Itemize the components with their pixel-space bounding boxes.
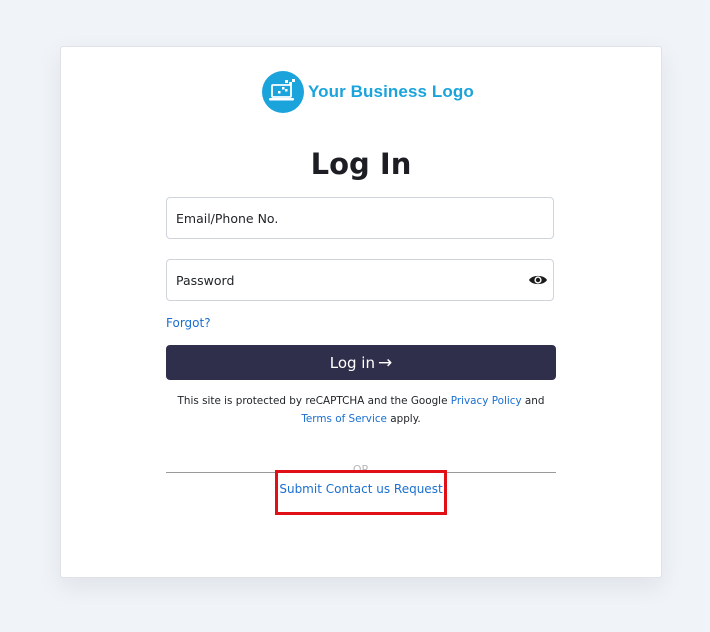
terms-of-service-link[interactable]: Terms of Service: [301, 413, 387, 425]
forgot-password-link[interactable]: Forgot?: [166, 316, 211, 330]
recaptcha-notice: This site is protected by reCAPTCHA and …: [166, 392, 556, 428]
arrow-right-icon: →: [377, 352, 393, 373]
business-logo: Your Business Logo: [262, 69, 474, 115]
divider: [166, 472, 556, 473]
recaptcha-prefix: This site is protected by reCAPTCHA and …: [177, 395, 448, 407]
email-field[interactable]: [166, 197, 554, 239]
login-card: Your Business Logo Log In Forgot? Log in…: [60, 46, 662, 578]
logo-text: Your Business Logo: [308, 82, 474, 101]
password-field[interactable]: [166, 259, 554, 301]
eye-icon[interactable]: [528, 272, 548, 288]
page-title: Log In: [310, 147, 412, 181]
or-separator-label: OR: [352, 463, 370, 476]
login-button-label: Log in: [329, 353, 375, 372]
login-button[interactable]: Log in →: [166, 345, 556, 380]
submit-contact-request-link[interactable]: Submit Contact us Request: [61, 482, 661, 496]
privacy-policy-link[interactable]: Privacy Policy: [451, 395, 522, 407]
recaptcha-conjunction: and: [524, 395, 545, 407]
laptop-icon: [262, 71, 304, 113]
recaptcha-suffix: apply.: [390, 413, 421, 425]
